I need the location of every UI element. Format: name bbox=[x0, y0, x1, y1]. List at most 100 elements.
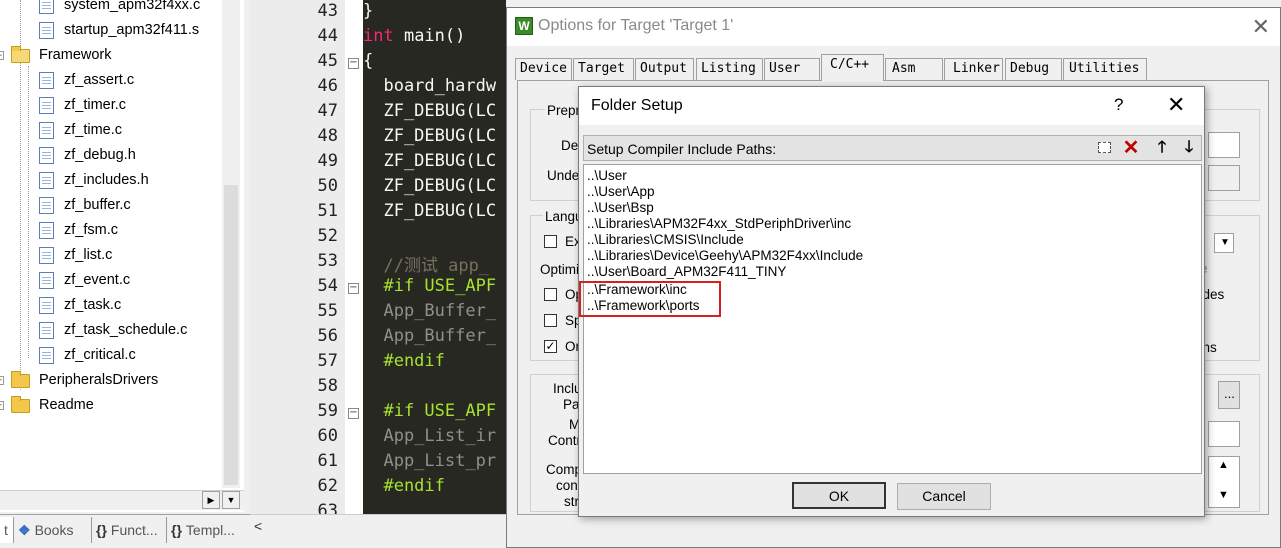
scroll-right-icon[interactable]: ▶ bbox=[202, 491, 220, 509]
scroll-down-icon[interactable]: ▼ bbox=[1218, 489, 1229, 501]
scroll-left-icon[interactable]: < bbox=[254, 518, 262, 534]
close-icon[interactable]: ✕ bbox=[1252, 14, 1270, 40]
code-line: #endif bbox=[363, 351, 445, 371]
compiler-control-string[interactable]: ▲ ▼ bbox=[1208, 456, 1240, 508]
path-item[interactable]: ..\User bbox=[587, 168, 627, 184]
path-item[interactable]: ..\Libraries\CMSIS\Include bbox=[587, 232, 744, 248]
tree-file[interactable]: zf_includes.h bbox=[39, 168, 149, 193]
checkbox-optimize[interactable] bbox=[544, 288, 557, 301]
tree-folder-readme[interactable]: + Readme bbox=[0, 393, 94, 418]
tree-folder-label: Readme bbox=[39, 397, 94, 413]
tree-file[interactable]: zf_event.c bbox=[39, 268, 130, 293]
c-file-icon bbox=[39, 272, 54, 289]
tree-file-system[interactable]: system_apm32f4xx.c bbox=[39, 0, 200, 18]
fold-toggle-icon[interactable]: − bbox=[348, 408, 359, 419]
tree-file[interactable]: zf_task_schedule.c bbox=[39, 318, 188, 343]
tab-linker[interactable]: Linker bbox=[944, 58, 1003, 80]
code-line: App_Buffer_ bbox=[363, 326, 497, 346]
path-item[interactable]: ..\Libraries\APM32F4xx_StdPeriphDriver\i… bbox=[587, 216, 851, 232]
path-item[interactable]: ..\User\Bsp bbox=[587, 200, 654, 216]
tree-vertical-scrollbar[interactable] bbox=[222, 0, 240, 488]
tab-target[interactable]: Target bbox=[573, 58, 634, 80]
tree-file-label: zf_timer.c bbox=[64, 97, 127, 113]
define-field[interactable] bbox=[1208, 132, 1240, 158]
tab-asm[interactable]: Asm bbox=[885, 58, 943, 80]
code-line: App_List_pr bbox=[363, 451, 497, 471]
code-line: board_hardw bbox=[363, 76, 497, 96]
project-tree[interactable]: system_apm32f4xx.c startup_apm32f411.s −… bbox=[0, 0, 244, 512]
tab-books[interactable]: ❖ Books bbox=[14, 517, 92, 543]
asm-file-icon bbox=[39, 22, 54, 39]
tab-templates[interactable]: {} Templ... bbox=[167, 517, 247, 543]
checkbox-one-elf[interactable]: ✓ bbox=[544, 340, 557, 353]
path-item[interactable]: ..\Libraries\Device\Geehy\APM32F4xx\Incl… bbox=[587, 248, 863, 264]
scroll-thumb[interactable] bbox=[224, 185, 238, 485]
tree-file[interactable]: zf_buffer.c bbox=[39, 193, 131, 218]
fold-toggle-icon[interactable]: − bbox=[348, 58, 359, 69]
code-editor[interactable]: 43 44 45 46 47 48 49 50 51 52 53 54 55 56 57 58 59 60 61 62… bbox=[250, 0, 506, 520]
code-line: int main() bbox=[363, 26, 465, 46]
tree-file[interactable]: zf_fsm.c bbox=[39, 218, 118, 243]
path-item[interactable]: ..\User\App bbox=[587, 184, 655, 200]
tab-output[interactable]: Output bbox=[635, 58, 694, 80]
tab-functions[interactable]: {} Funct... bbox=[92, 517, 167, 543]
identifier: main() bbox=[393, 26, 466, 46]
tab-label: Books bbox=[34, 522, 74, 538]
tree-file[interactable]: zf_critical.c bbox=[39, 343, 136, 368]
tree-file-label: zf_task_schedule.c bbox=[64, 322, 188, 338]
line-number: 59 bbox=[317, 401, 338, 421]
folder-icon bbox=[11, 371, 30, 388]
expand-icon[interactable]: + bbox=[0, 376, 4, 385]
ok-button[interactable]: OK bbox=[792, 482, 886, 509]
scroll-up-icon[interactable]: ▲ bbox=[1218, 459, 1229, 471]
delete-icon[interactable]: ✕ bbox=[1120, 138, 1142, 158]
tree-file[interactable]: zf_debug.h bbox=[39, 143, 136, 168]
move-up-icon[interactable]: 🡑 bbox=[1151, 138, 1173, 158]
collapse-icon[interactable]: − bbox=[0, 51, 4, 60]
tree-horizontal-scrollbar[interactable]: ▶ ▼ bbox=[0, 490, 244, 510]
path-item[interactable]: ..\User\Board_APM32F411_TINY bbox=[587, 264, 786, 280]
close-icon[interactable]: ✕ bbox=[1167, 92, 1185, 118]
h-file-icon bbox=[39, 147, 54, 164]
undefine-field[interactable] bbox=[1208, 165, 1240, 191]
checkbox-execute-only[interactable] bbox=[544, 235, 557, 248]
fold-toggle-icon[interactable]: − bbox=[348, 283, 359, 294]
browse-dots: ... bbox=[1224, 386, 1235, 401]
include-path-list[interactable]: ..\User ..\User\App ..\User\Bsp ..\Libra… bbox=[583, 164, 1202, 474]
tree-folder-framework[interactable]: − Framework bbox=[0, 43, 112, 68]
checkbox-split[interactable] bbox=[544, 314, 557, 327]
tab-label: t bbox=[4, 522, 8, 538]
editor-horizontal-scrollbar[interactable]: < bbox=[250, 514, 510, 538]
tab-user[interactable]: User bbox=[764, 58, 820, 80]
browse-include-button[interactable]: ... bbox=[1218, 381, 1240, 409]
line-number: 51 bbox=[317, 201, 338, 221]
tree-file[interactable]: zf_task.c bbox=[39, 293, 121, 318]
expand-icon[interactable]: + bbox=[0, 401, 4, 410]
include-paths-label: Setup Compiler Include Paths: bbox=[587, 141, 777, 157]
tab-c-cpp[interactable]: C/C++ bbox=[821, 54, 884, 81]
tree-file[interactable]: zf_assert.c bbox=[39, 68, 135, 93]
tab-device[interactable]: Device bbox=[515, 58, 572, 80]
tab-listing[interactable]: Listing bbox=[696, 58, 763, 80]
new-folder-icon[interactable] bbox=[1093, 138, 1115, 158]
code-line: #endif bbox=[363, 476, 445, 496]
tab-debug[interactable]: Debug bbox=[1005, 58, 1062, 80]
tree-file[interactable]: zf_time.c bbox=[39, 118, 122, 143]
tree-file[interactable]: zf_timer.c bbox=[39, 93, 127, 118]
line-number: 58 bbox=[317, 376, 338, 396]
tab-utilities[interactable]: Utilities bbox=[1063, 58, 1147, 80]
tree-file-label: zf_assert.c bbox=[64, 72, 135, 88]
tree-file-label: startup_apm32f411.s bbox=[64, 22, 200, 38]
tree-folder-peripherals[interactable]: + PeripheralsDrivers bbox=[0, 368, 158, 393]
move-down-icon[interactable]: 🡓 bbox=[1178, 138, 1200, 158]
dropdown-icon[interactable]: ▼ bbox=[1214, 233, 1234, 253]
cancel-button[interactable]: Cancel bbox=[897, 483, 991, 510]
misc-controls-field[interactable] bbox=[1208, 421, 1240, 447]
tab-project[interactable]: t bbox=[0, 517, 14, 543]
help-icon[interactable]: ? bbox=[1114, 95, 1123, 115]
scroll-down-icon[interactable]: ▼ bbox=[222, 491, 240, 509]
tree-file[interactable]: zf_list.c bbox=[39, 243, 112, 268]
tree-file-startup[interactable]: startup_apm32f411.s bbox=[39, 18, 200, 43]
folder-setup-dialog: Folder Setup ? ✕ Setup Compiler Include … bbox=[578, 86, 1205, 517]
tree-folder-label: Framework bbox=[39, 47, 112, 63]
